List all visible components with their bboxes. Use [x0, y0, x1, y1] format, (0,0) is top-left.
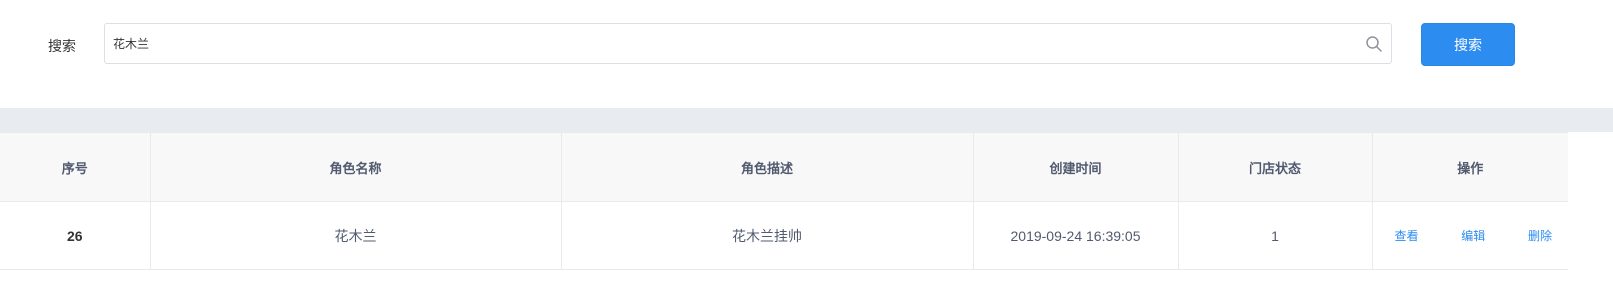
- row-actions: 查看 编辑 删除: [1373, 227, 1569, 244]
- cell-store-status: 1: [1178, 201, 1373, 270]
- search-button[interactable]: 搜索: [1421, 23, 1515, 66]
- column-header-store-status: 门店状态: [1178, 132, 1373, 202]
- cell-actions: 查看 编辑 删除: [1372, 201, 1569, 270]
- table-header-row: 序号 角色名称 角色描述 创建时间 门店状态 操作: [0, 132, 1568, 202]
- cell-role-name: 花木兰: [150, 201, 562, 270]
- edit-link[interactable]: 编辑: [1461, 227, 1485, 244]
- column-header-index: 序号: [0, 132, 151, 202]
- column-header-created-at: 创建时间: [973, 132, 1179, 202]
- delete-link[interactable]: 删除: [1528, 227, 1552, 244]
- search-input[interactable]: [105, 24, 1355, 63]
- column-header-role-name: 角色名称: [150, 132, 562, 202]
- section-separator: [0, 108, 1613, 132]
- cell-role-description: 花木兰挂帅: [561, 201, 974, 270]
- search-label: 搜索: [48, 38, 76, 54]
- column-header-role-description: 角色描述: [561, 132, 974, 202]
- column-header-actions: 操作: [1372, 132, 1568, 202]
- search-input-wrapper: [104, 23, 1392, 64]
- cell-created-at: 2019-09-24 16:39:05: [973, 201, 1179, 270]
- search-icon[interactable]: [1365, 35, 1383, 53]
- search-bar: 搜索 搜索: [0, 0, 1613, 108]
- table-row: 26 花木兰 花木兰挂帅 2019-09-24 16:39:05 1 查看 编辑…: [0, 201, 1569, 270]
- view-link[interactable]: 查看: [1395, 227, 1419, 244]
- roles-table: 序号 角色名称 角色描述 创建时间 门店状态 操作 26 花木兰 花木兰挂帅 2…: [0, 132, 1568, 270]
- cell-index: 26: [0, 201, 151, 270]
